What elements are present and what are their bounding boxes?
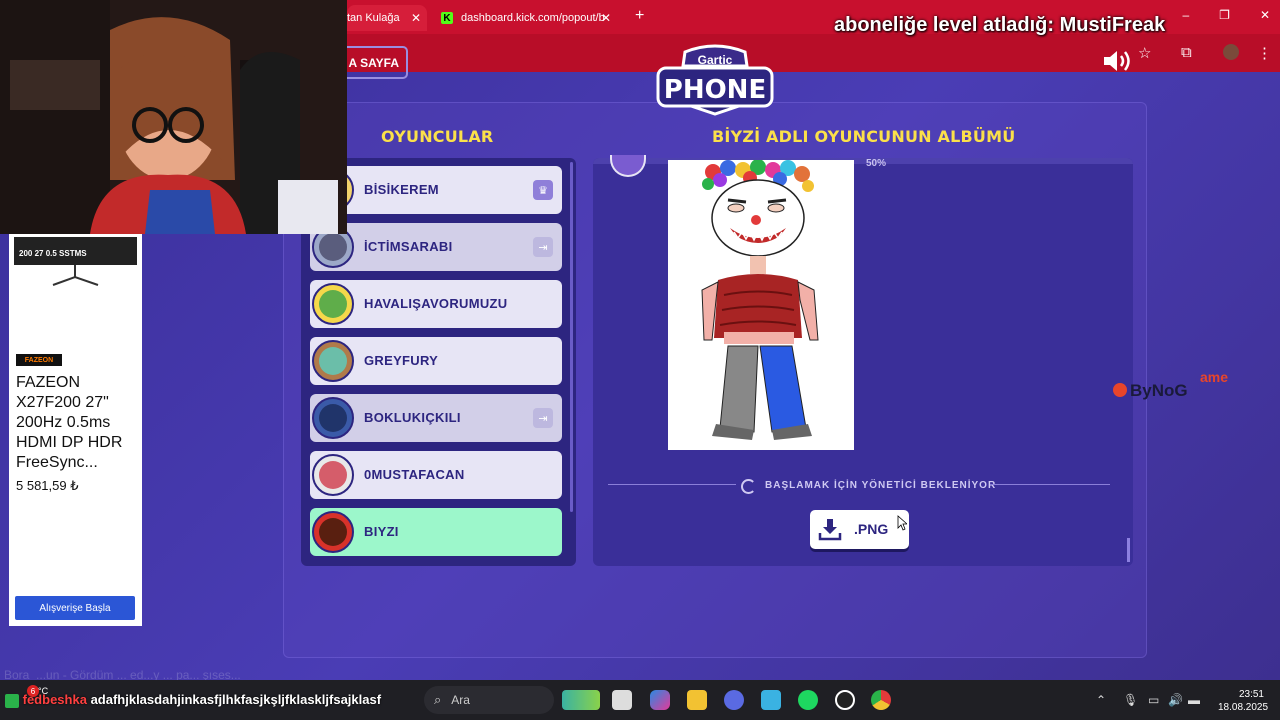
clock-time: 23:51: [1238, 689, 1264, 700]
svg-text:ByNoG: ByNoG: [1130, 381, 1188, 400]
divider-right: [990, 484, 1110, 485]
mouse-cursor-icon: [897, 515, 907, 531]
bynogame-watermark: ByNoG ame: [1113, 369, 1228, 400]
browser-toolbar: ☆ ⧉ ⋮: [347, 34, 1280, 72]
notification-count: 6: [27, 685, 39, 697]
chat-ticker: fedbeshka adafhjklasdahjinkasfjlhkfasjkş…: [5, 692, 381, 708]
player-name: HAVALIŞAVORUMUZU: [364, 296, 508, 311]
waiting-status: BAŞLAMAK İÇİN YÖNETİCİ BEKLENİYOR: [765, 480, 997, 491]
divider-left: [608, 484, 736, 485]
download-label: .PNG: [854, 521, 889, 537]
clown-drawing: [668, 160, 854, 450]
player-name: BOKLUKIÇKILI: [364, 410, 461, 425]
gartic-phone-logo: Gartic PHONE: [656, 44, 774, 116]
player-avatar: [312, 397, 354, 439]
copilot-icon[interactable]: [650, 690, 670, 710]
app-icon[interactable]: [761, 690, 781, 710]
maximize-button[interactable]: ❐: [1219, 8, 1230, 22]
file-explorer-icon[interactable]: [687, 690, 707, 710]
star-icon[interactable]: ☆: [1138, 44, 1151, 62]
taskbar-search[interactable]: ⌕ Ara: [424, 686, 554, 714]
search-icon: ⌕: [434, 692, 442, 707]
chrome-icon[interactable]: [871, 690, 891, 710]
menu-icon[interactable]: ⋮: [1257, 44, 1272, 62]
search-placeholder: Ara: [451, 693, 470, 707]
player-row[interactable]: İCTİMSARABI ⇥: [310, 223, 562, 271]
player-row[interactable]: 0MUSTAFACAN: [310, 451, 562, 499]
discord-icon[interactable]: [724, 690, 744, 710]
player-avatar: [312, 340, 354, 382]
stream-alert-text: aboneliğe level atladığ: MustiFreak: [834, 14, 1166, 36]
logo-top-text: Gartic: [698, 53, 733, 67]
extensions-icon[interactable]: ⧉: [1181, 44, 1192, 61]
ad-price: 5 581,59 ₺: [16, 478, 79, 493]
exit-icon: ⇥: [533, 408, 553, 428]
close-window-button[interactable]: ✕: [1260, 8, 1270, 22]
tab-gartic[interactable]: tan Kulağa ✕: [347, 5, 427, 31]
download-icon: [818, 519, 842, 541]
progress-label: 50%: [866, 158, 887, 169]
album-scrollbar[interactable]: [1127, 538, 1130, 562]
player-row-active[interactable]: BIYZI: [310, 508, 562, 556]
loading-spinner-icon: [741, 479, 756, 494]
profile-avatar[interactable]: [1223, 44, 1239, 60]
ad-shop-button[interactable]: Alışverişe Başla: [15, 596, 135, 620]
players-scrollbar[interactable]: [570, 162, 573, 512]
widgets-icon[interactable]: [562, 690, 600, 710]
ad-monitor-image: 200 27 0.5 SSTMS: [14, 237, 137, 265]
crown-icon: ♛: [533, 180, 553, 200]
clock-date: 18.08.2025: [1218, 702, 1269, 713]
kick-icon: K: [441, 12, 453, 24]
microphone-icon[interactable]: 🎙: [1123, 693, 1138, 707]
svg-text:ame: ame: [1200, 369, 1228, 385]
user-badge-icon: [5, 693, 19, 708]
exit-icon: ⇥: [533, 237, 553, 257]
minimize-button[interactable]: ‒: [1182, 8, 1189, 22]
network-icon[interactable]: ▭: [1148, 693, 1159, 707]
player-row[interactable]: HAVALIŞAVORUMUZU: [310, 280, 562, 328]
download-png-button[interactable]: .PNG: [810, 510, 909, 549]
spotify-icon[interactable]: [798, 690, 818, 710]
player-name: İCTİMSARABI: [364, 239, 453, 254]
ad-monitor-stats: 200 27 0.5 SSTMS: [19, 249, 87, 258]
new-tab-button[interactable]: +: [635, 7, 644, 25]
task-view-icon[interactable]: [612, 690, 632, 710]
ticker-message: adafhjklasdahjinkasfjlhkfasjkşljfklasklj…: [90, 692, 382, 707]
window-controls: ‒ ❐ ✕: [1182, 8, 1270, 22]
speaker-icon[interactable]: [1102, 48, 1134, 74]
obs-icon[interactable]: [835, 690, 855, 710]
player-name: 0MUSTAFACAN: [364, 467, 465, 482]
tab-kick-dashboard[interactable]: K dashboard.kick.com/popout/b ✕: [435, 5, 617, 31]
ad-brand-logo: FAZEON: [16, 354, 62, 366]
close-icon[interactable]: ✕: [411, 11, 421, 25]
player-name: BIYZI: [364, 524, 399, 539]
player-name: BİSİKEREM: [364, 182, 439, 197]
chevron-up-icon[interactable]: ⌃: [1096, 693, 1106, 707]
player-row[interactable]: BOKLUKIÇKILI ⇥: [310, 394, 562, 442]
logo-bottom-text: PHONE: [664, 75, 766, 105]
player-row[interactable]: GREYFURY: [310, 337, 562, 385]
player-avatar: [312, 454, 354, 496]
album-heading: BİYZİ ADLI OYUNCUNUN ALBÜMÜ: [712, 127, 1016, 146]
home-button[interactable]: A SAYFA: [342, 46, 408, 79]
monitor-stand-icon: [52, 265, 99, 286]
player-avatar: [312, 511, 354, 553]
close-icon[interactable]: ✕: [601, 11, 611, 25]
tab-label: dashboard.kick.com/popout/b: [461, 12, 605, 24]
player-name: GREYFURY: [364, 353, 439, 368]
player-row[interactable]: BİSİKEREM ♛: [310, 166, 562, 214]
ad-title[interactable]: FAZEON X27F200 27" 200Hz 0.5ms HDMI DP H…: [16, 373, 136, 473]
webcam-feed: [0, 0, 347, 234]
battery-icon[interactable]: ▬: [1188, 693, 1200, 707]
player-avatar: [312, 283, 354, 325]
players-heading: OYUNCULAR: [381, 127, 494, 146]
volume-icon[interactable]: 🔊: [1168, 693, 1183, 707]
tab-label: tan Kulağa: [347, 12, 400, 24]
taskbar-clock[interactable]: 23:51 18.08.2025: [1218, 688, 1269, 714]
